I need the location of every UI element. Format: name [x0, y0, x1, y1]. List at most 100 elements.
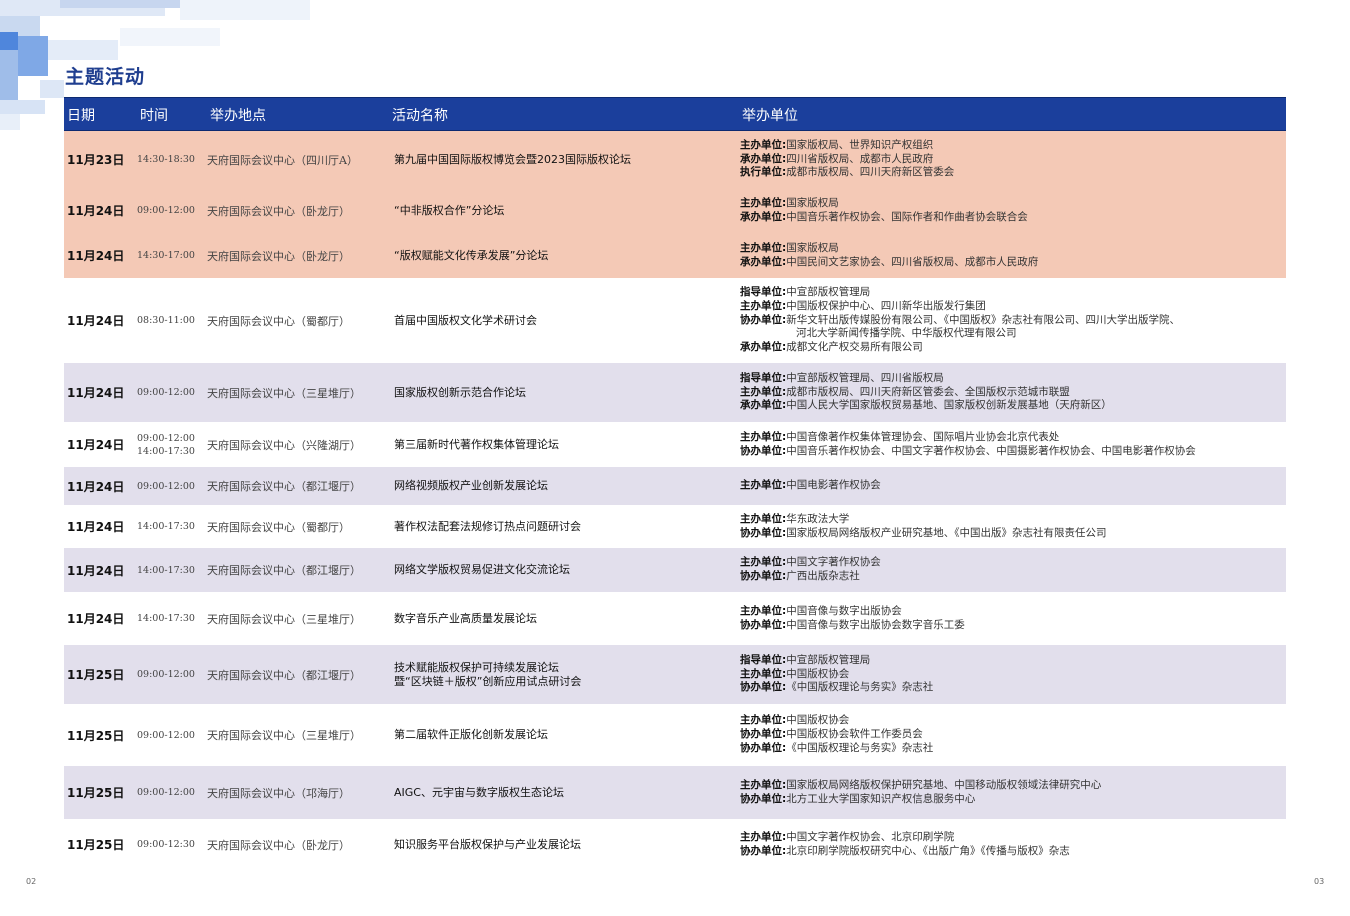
event-time-line: 09:00-12:00: [137, 205, 195, 216]
event-organizers: 主办单位: 中国版权协会 协办单位: 中国版权协会软件工作委员会 协办单位: 《中国版权理…: [740, 704, 1280, 766]
event-date: 11月24日: [67, 479, 125, 494]
event-time-line: 09:00-12:00: [137, 432, 195, 444]
event-name: “版权赋能文化传承发展”分论坛: [394, 233, 548, 278]
table-row: 11月24日 09:00-12:00 天府国际会议中心（卧龙厅） “中非版权合作”分论…: [64, 188, 1286, 233]
organizer-value: 中国人民大学国家版权贸易基地、国家版权创新发展基地（天府新区）: [786, 399, 1112, 412]
organizer-value: 成都市版权局、四川天府新区管委会、全国版权示范城市联盟: [786, 385, 1070, 398]
event-date: 11月25日: [67, 838, 125, 852]
event-time-line: 14:00-17:30: [137, 521, 195, 532]
table-row: 11月25日 09:00-12:00 天府国际会议中心（三星堆厅） 第二届软件正版化创…: [64, 704, 1286, 766]
organizer-role: 协办单位:: [740, 618, 787, 631]
organizer-role: 指导单位:: [740, 286, 787, 298]
organizer-role: 承办单位:: [740, 210, 787, 223]
header-org: 举办单位: [742, 108, 798, 124]
organizer-role: 承办单位:: [740, 152, 787, 165]
event-organizers: 主办单位: 国家版权局 承办单位: 中国民间文艺家协会、四川省版权局、成都市人民政府: [740, 233, 1280, 278]
page-title: 主题活动: [65, 66, 146, 88]
event-organizers: 主办单位: 中国文字著作权协会 协办单位: 广西出版杂志社: [740, 548, 1280, 592]
event-name: 著作权法配套法规修订热点问题研讨会: [394, 505, 581, 548]
event-name: 第三届新时代著作权集体管理论坛: [394, 422, 559, 467]
table-row: 11月24日 08:30-11:00 天府国际会议中心（蜀都厅） 首届中国版权文化学术…: [64, 278, 1286, 363]
event-venue: 天府国际会议中心（卧龙厅）: [207, 249, 350, 263]
event-name-line: 数字音乐产业高质量发展论坛: [394, 611, 537, 625]
event-time: 09:00-12:00 14:00-17:30: [137, 422, 195, 467]
organizer-line: 指导单位: 中宣部版权管理局、四川省版权局: [740, 372, 944, 386]
organizer-line: 协办单位: 广西出版杂志社: [740, 570, 860, 584]
organizer-line: 主办单位: 中国版权协会: [740, 668, 849, 682]
organizer-value: 成都文化产权交易所有限公司: [786, 341, 923, 354]
organizer-role: 主办单位:: [740, 385, 787, 398]
organizer-line: 协办单位: 北京印刷学院版权研究中心、《出版广角》《传播与版权》杂志: [740, 845, 1070, 859]
header-name: 活动名称: [392, 108, 448, 124]
table-row: 11月24日 14:00-17:30 天府国际会议中心（都江堰厅） 网络文学版权贸易促…: [64, 548, 1286, 592]
organizer-line: 主办单位: 国家版权局、世界知识产权组织: [740, 139, 933, 153]
event-time-line: 14:30-17:00: [137, 250, 195, 261]
page-number-right: 03: [1314, 877, 1325, 886]
organizer-line: 指导单位: 中宣部版权管理局: [740, 286, 870, 300]
event-time-line: 14:00-17:30: [137, 564, 195, 576]
organizer-role: 主办单位:: [740, 430, 787, 443]
event-date: 11月24日: [67, 249, 125, 263]
organizer-line: 承办单位: 中国人民大学国家版权贸易基地、国家版权创新发展基地（天府新区）: [740, 399, 1112, 413]
organizer-value: 华东政法大学: [786, 512, 850, 525]
organizer-role: 主办单位:: [740, 714, 787, 727]
organizer-value: 《中国版权理论与务实》杂志社: [786, 681, 934, 694]
event-venue: 天府国际会议中心（蜀都厅）: [207, 314, 350, 328]
table-row: 11月25日 09:00-12:00 天府国际会议中心（邛海厅） AIGC、元宇宙与数…: [64, 766, 1286, 819]
event-venue: 天府国际会议中心（四川厅A）: [207, 153, 358, 167]
event-time-line: 09:00-12:00: [137, 787, 195, 798]
event-time: 09:00-12:00: [137, 766, 195, 819]
organizer-value: 国家版权局网络版权产业研究基地、《中国出版》杂志社有限责任公司: [786, 526, 1107, 539]
event-name: “中非版权合作”分论坛: [394, 188, 504, 233]
table-row: 11月25日 09:00-12:30 天府国际会议中心（卧龙厅） 知识服务平台版权保护…: [64, 819, 1286, 870]
event-time: 09:00-12:00: [137, 645, 195, 704]
event-date: 11月23日: [67, 153, 125, 167]
event-venue: 天府国际会议中心（都江堰厅）: [207, 564, 361, 577]
event-date: 11月25日: [67, 786, 125, 800]
organizer-value: 广西出版杂志社: [786, 570, 860, 582]
event-name-line: 国家版权创新示范合作论坛: [394, 385, 526, 399]
event-time-line: 09:00-12:00: [137, 480, 195, 492]
header-venue: 举办地点: [210, 108, 266, 124]
organizer-line: 执行单位: 成都市版权局、四川天府新区管委会: [740, 166, 954, 180]
event-time-line: 08:30-11:00: [137, 315, 195, 326]
organizer-role: 主办单位:: [740, 604, 787, 617]
table-body: 11月23日 14:30-18:30 天府国际会议中心（四川厅A） 第九届中国国际版权…: [64, 131, 1286, 870]
table-header: 日期 时间 举办地点 活动名称 举办单位: [64, 97, 1286, 131]
organizer-role: 执行单位:: [740, 166, 787, 179]
organizer-line: 主办单位: 华东政法大学: [740, 513, 849, 527]
table-row: 11月24日 14:30-17:00 天府国际会议中心（卧龙厅） “版权赋能文化传承发…: [64, 233, 1286, 278]
organizer-value: 国家版权局网络版权保护研究基地、中国移动版权领域法律研究中心: [786, 778, 1102, 791]
organizer-value: 中国音像与数字出版协会数字音乐工委: [786, 618, 965, 631]
table-row: 11月24日 14:00-17:30 天府国际会议中心（蜀都厅） 著作权法配套法规修订…: [64, 505, 1286, 548]
organizer-line: 主办单位: 国家版权局网络版权保护研究基地、中国移动版权领域法律研究中心: [740, 779, 1101, 793]
event-name: 知识服务平台版权保护与产业发展论坛: [394, 819, 581, 870]
organizer-role: 主办单位:: [740, 299, 787, 312]
table-row: 11月24日 14:00-17:30 天府国际会议中心（三星堆厅） 数字音乐产业高质量…: [64, 592, 1286, 645]
organizer-role: 主办单位:: [740, 241, 787, 254]
event-date: 11月24日: [67, 438, 125, 452]
organizer-role: 主办单位:: [740, 479, 787, 492]
organizer-line: 承办单位: 成都文化产权交易所有限公司: [740, 341, 923, 355]
organizer-role: 主办单位:: [740, 556, 787, 569]
event-organizers: 指导单位: 中宣部版权管理局、四川省版权局 主办单位: 成都市版权局、四川天府新区管委…: [740, 363, 1280, 422]
event-time: 09:00-12:00: [137, 188, 195, 233]
event-time: 14:30-18:30: [137, 131, 195, 188]
organizer-line: 协办单位: 《中国版权理论与务实》杂志社: [740, 742, 933, 756]
events-table: 日期 时间 举办地点 活动名称 举办单位 11月23日 14:30-18:30 天府…: [64, 97, 1286, 870]
event-name-line: 著作权法配套法规修订热点问题研讨会: [394, 519, 581, 533]
organizer-value: 国家版权局: [786, 241, 839, 254]
event-organizers: 主办单位: 中国文字著作权协会、北京印刷学院 协办单位: 北京印刷学院版权研究中心、《…: [740, 819, 1280, 870]
event-name: 第九届中国国际版权博览会暨2023国际版权论坛: [394, 131, 631, 188]
event-time: 09:00-12:00: [137, 467, 195, 505]
event-date: 11月24日: [67, 520, 125, 534]
event-time-line: 14:00-17:30: [137, 445, 195, 457]
organizer-role: 协办单位:: [740, 844, 787, 857]
event-name-line: 知识服务平台版权保护与产业发展论坛: [394, 837, 581, 851]
table-row: 11月25日 09:00-12:00 天府国际会议中心（都江堰厅） 技术赋能版权保护可…: [64, 645, 1286, 704]
organizer-line: 主办单位: 中国电影著作权协会: [740, 479, 881, 493]
event-organizers: 主办单位: 中国音像著作权集体管理协会、国际唱片业协会北京代表处 协办单位: 中国音乐…: [740, 422, 1280, 467]
organizer-role: 主办单位:: [740, 667, 787, 680]
organizer-line: 协办单位: 中国版权协会软件工作委员会: [740, 728, 923, 742]
event-date: 11月25日: [67, 668, 125, 682]
